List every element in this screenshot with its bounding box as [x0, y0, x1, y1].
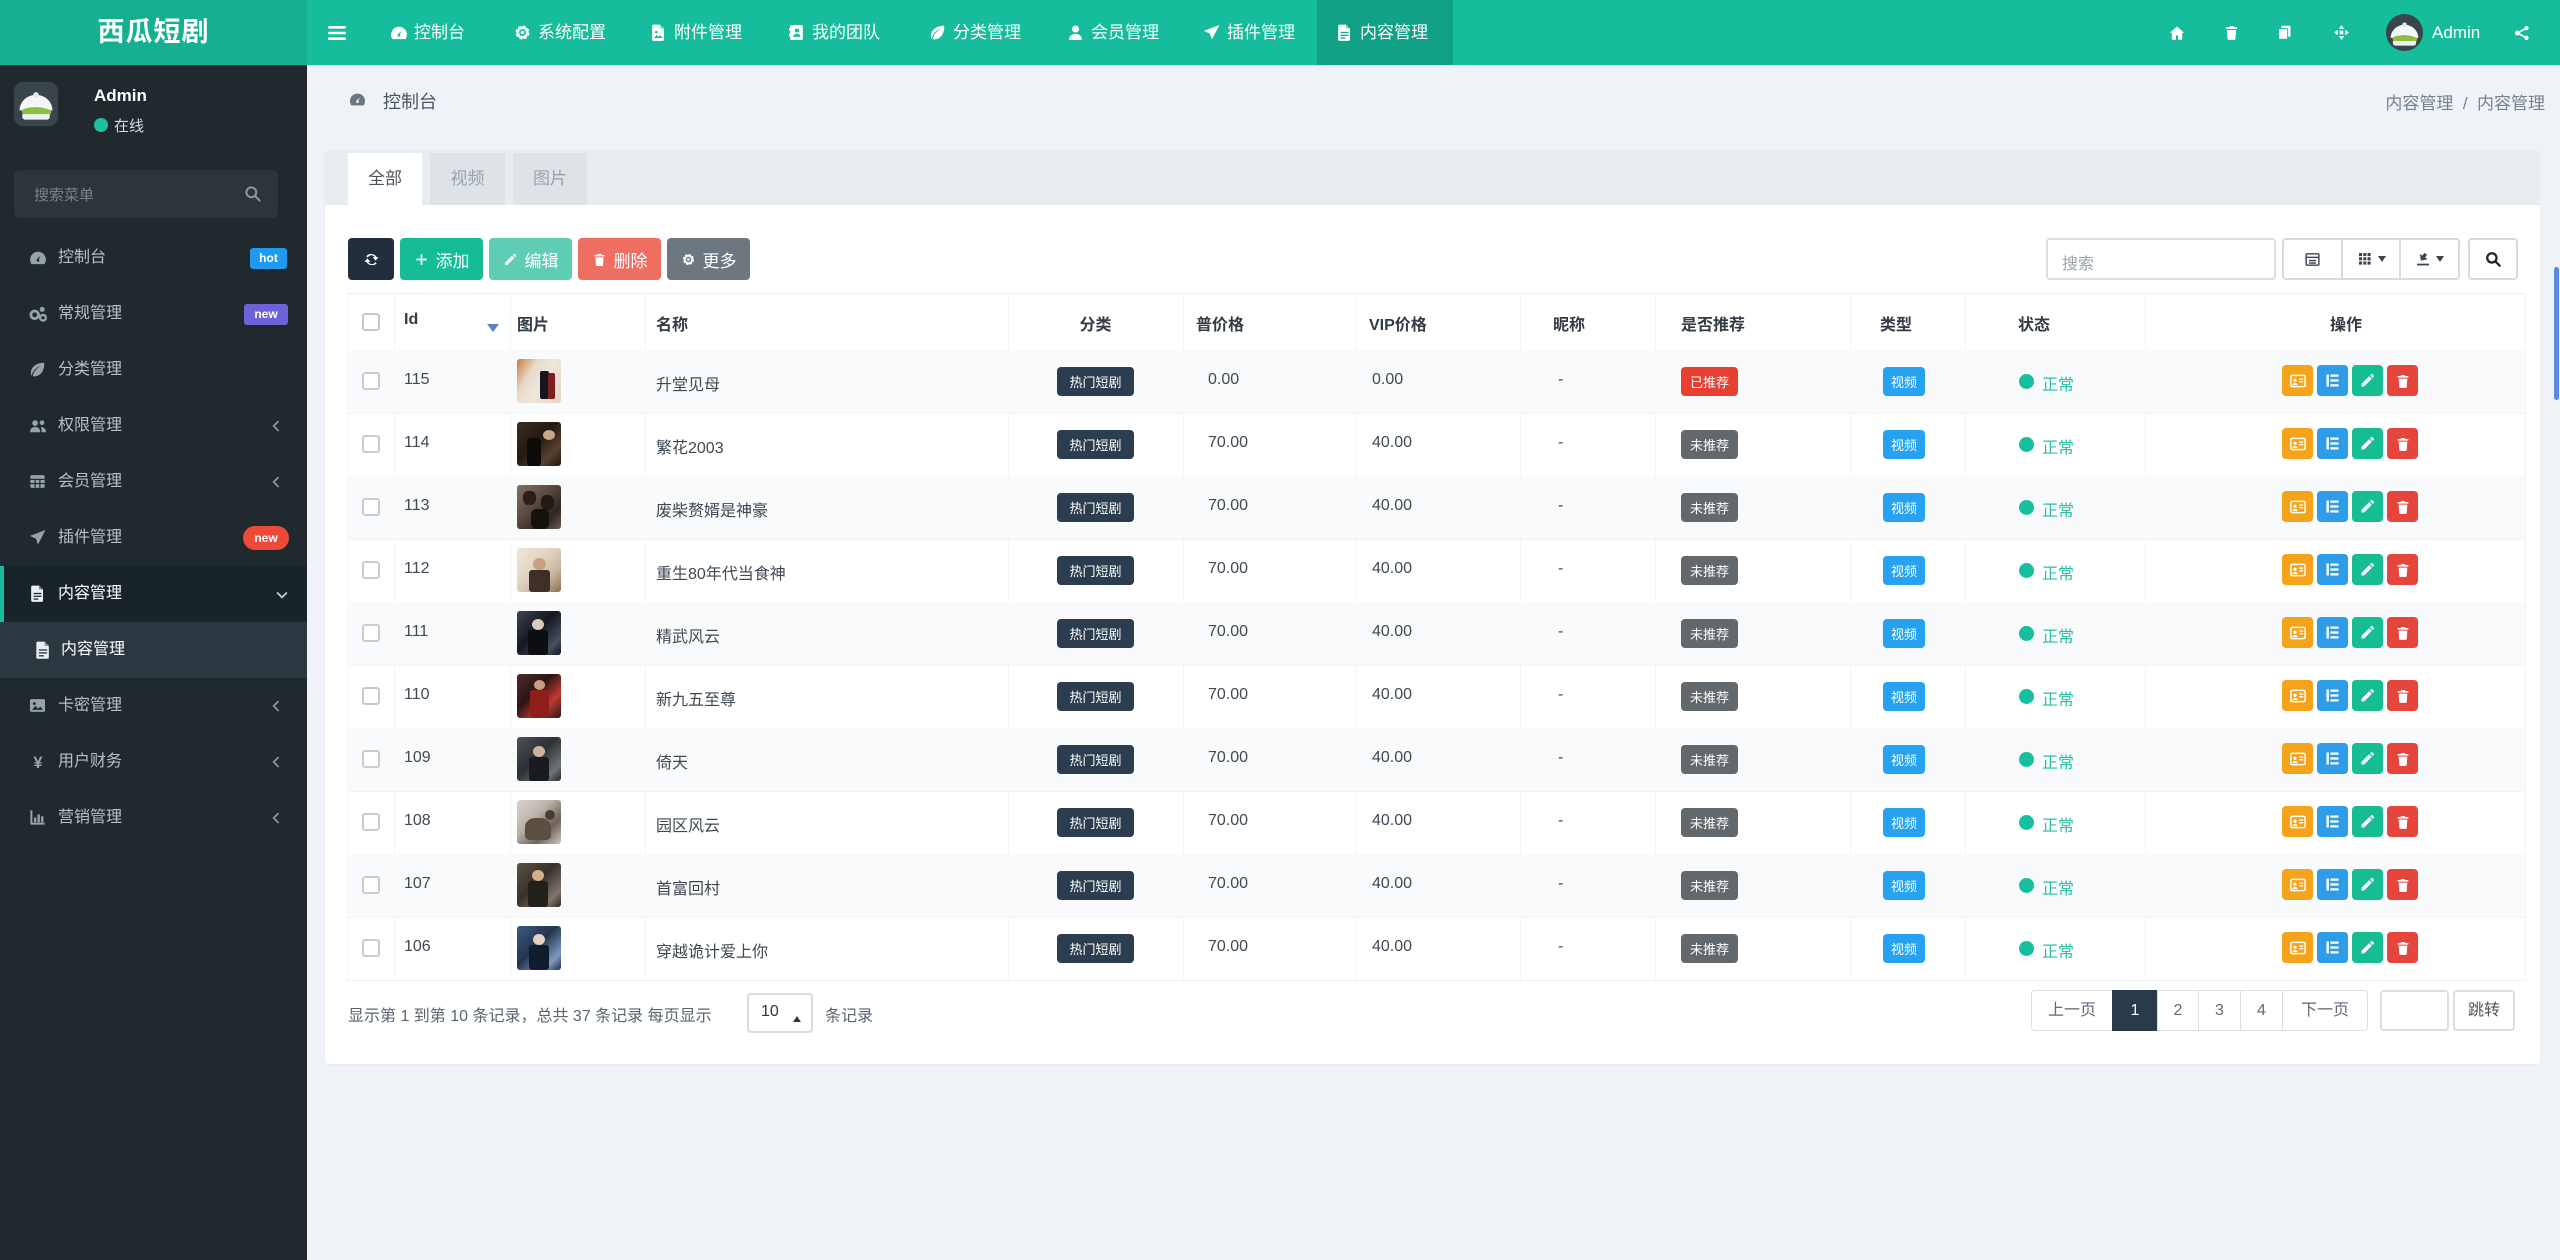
svg-text:¥: ¥ — [33, 753, 43, 772]
